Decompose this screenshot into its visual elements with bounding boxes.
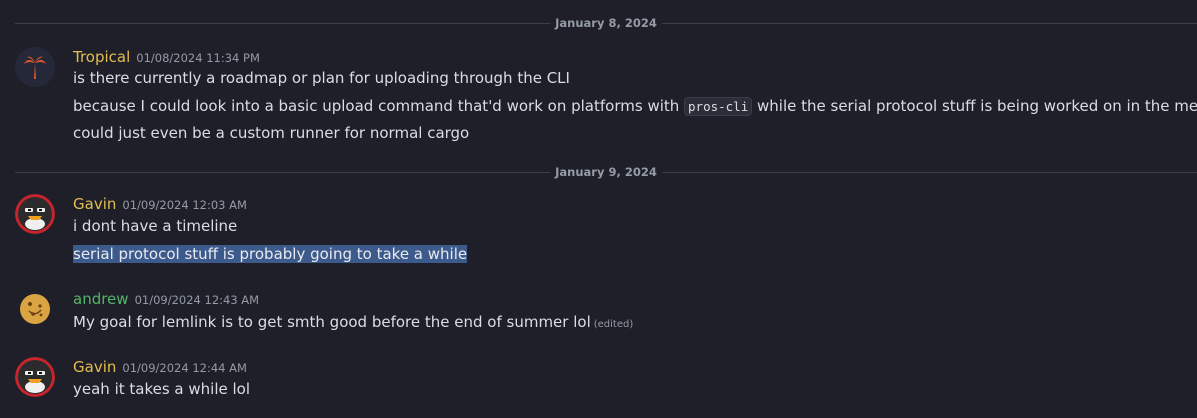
message-timestamp: 01/09/2024 12:43 AM [134,293,260,307]
cookie-icon [15,289,55,329]
message-text: is there currently a roadmap or plan for… [73,69,570,87]
date-divider-label: January 8, 2024 [550,15,662,31]
avatar[interactable] [15,194,55,234]
selected-text: serial protocol stuff is probably going … [73,245,468,263]
date-divider: January 8, 2024 [15,15,1197,31]
avatar[interactable] [15,289,55,329]
edited-label: (edited) [593,319,634,330]
date-divider-label: January 9, 2024 [550,164,662,180]
penguin-icon [15,357,55,397]
author-name[interactable]: Tropical [73,48,130,66]
message-text: My goal for lemlink is to get smth good … [73,311,633,336]
date-divider: January 9, 2024 [15,164,1197,180]
message-timestamp: 01/09/2024 12:44 AM [122,361,247,375]
palm-tree-icon [15,47,55,87]
penguin-icon [15,194,55,234]
message-text: serial protocol stuff is probably going … [73,243,468,265]
message-text: could just even be a custom runner for n… [73,124,470,142]
message-text-segment: while the serial protocol stuff is being… [757,97,1197,115]
inline-code: pros-cli [684,97,753,116]
avatar[interactable] [15,47,55,87]
avatar[interactable] [15,357,55,397]
message-timestamp: 01/08/2024 11:34 PM [136,51,260,65]
message-text: i dont have a timeline [73,217,238,235]
message-timestamp: 01/09/2024 12:03 AM [122,198,247,212]
message-text-segment: because I could look into a basic upload… [73,97,685,115]
message-text: because I could look into a basic upload… [73,95,1197,118]
author-name[interactable]: Gavin [73,358,116,376]
author-name[interactable]: Gavin [73,195,116,213]
message-text: yeah it takes a while lol [73,380,251,398]
author-name[interactable]: andrew [73,290,129,308]
message-text-segment: My goal for lemlink is to get smth good … [73,313,591,331]
